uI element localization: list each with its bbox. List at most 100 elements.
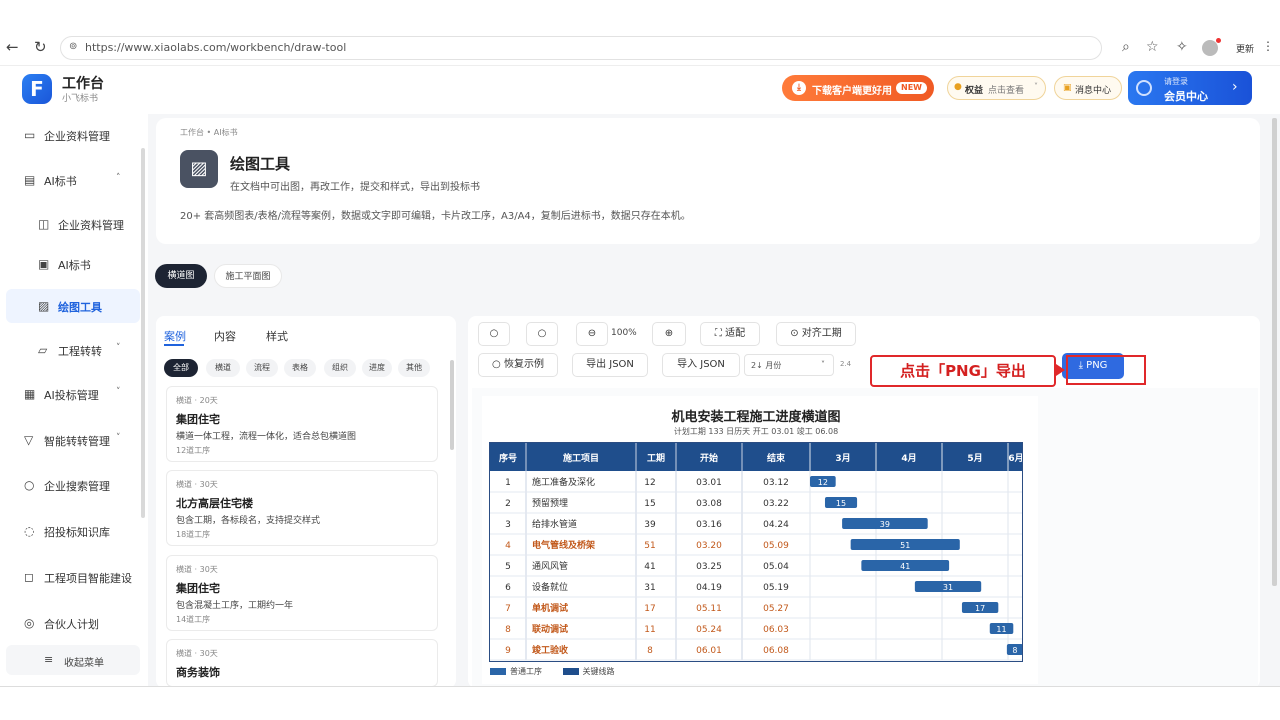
benefits-label: 权益 bbox=[965, 86, 984, 96]
gantt-cell: 电气管线及桥架 bbox=[532, 539, 595, 551]
reload-icon[interactable]: ↻ bbox=[34, 38, 47, 56]
filter-chip[interactable]: 其他 bbox=[398, 359, 430, 377]
sidebar-item-enterprise-search[interactable]: ○ 企业搜索管理 bbox=[6, 468, 140, 502]
month-select[interactable]: 2↓ 月份 ˅ bbox=[744, 354, 834, 376]
message-center-label: 消息中心 bbox=[1075, 86, 1112, 96]
star-icon[interactable]: ☆ bbox=[1146, 39, 1159, 55]
zoom-in-button[interactable]: ⊕ bbox=[652, 322, 686, 346]
sidebar-icon: ▽ bbox=[24, 433, 34, 447]
member-center-button[interactable]: 请登录 会员中心 › bbox=[1128, 71, 1252, 105]
fit-button[interactable]: ⛶ 适配 bbox=[700, 322, 760, 346]
sidebar-icon: ▦ bbox=[24, 387, 36, 401]
sidebar-item-draw-tool[interactable]: ▨ 绘图工具 bbox=[6, 289, 140, 323]
page-scrollbar[interactable] bbox=[1272, 118, 1277, 586]
redo-button[interactable]: ○ bbox=[526, 322, 558, 346]
tab-cases[interactable]: 案例 bbox=[164, 328, 186, 344]
chevron-up-icon: ˄ bbox=[116, 173, 121, 183]
sidebar-icon: ▭ bbox=[24, 128, 36, 142]
gantt-cell: 06.01 bbox=[696, 646, 722, 656]
gantt-cell: 39 bbox=[644, 520, 656, 530]
gantt-subtitle: 计划工期 133 日历天 开工 03.01 竣工 06.08 bbox=[673, 427, 839, 436]
gantt-cell: 05.27 bbox=[763, 604, 789, 614]
chevron-down-icon: ˅ bbox=[116, 343, 121, 353]
sidebar-scrollbar[interactable] bbox=[141, 148, 145, 518]
gantt-cell: 4 bbox=[505, 541, 511, 551]
new-badge: NEW bbox=[896, 82, 927, 94]
card-title: 集团住宅 bbox=[176, 413, 220, 426]
card-description: 横道一体工程，流程一体化，适合总包横道图 bbox=[176, 432, 357, 442]
gantt-cell: 11 bbox=[644, 625, 655, 635]
zoom-out-button[interactable]: ⊖ bbox=[576, 322, 608, 346]
sidebar-item-company-data[interactable]: ▭ 企业资料管理 bbox=[6, 118, 140, 152]
template-card[interactable]: 横道 · 30天 北方高层住宅楼 包含工期，各标段名，支持提交样式 18道工序 bbox=[166, 470, 438, 546]
sidebar-item-company-data[interactable]: ◫ 企业资料管理 bbox=[6, 207, 140, 241]
extensions-icon[interactable]: ✧ bbox=[1176, 39, 1188, 55]
menu-icon[interactable]: ⋮ bbox=[1262, 39, 1274, 53]
benefits-pill[interactable]: ● 权益 点击查看 ˅ bbox=[947, 76, 1046, 100]
sidebar-icon: ▣ bbox=[38, 257, 50, 271]
notification-dot bbox=[1216, 38, 1221, 43]
align-schedule-button[interactable]: ⊙ 对齐工期 bbox=[776, 322, 856, 346]
sidebar-item-ai-bid-manage[interactable]: ▦ AI投标管理 ˅ bbox=[6, 377, 140, 411]
sidebar-item-smart-construction[interactable]: ◻ 工程项目智能建设 bbox=[6, 560, 140, 594]
sidebar-item-ai-bid[interactable]: ▤ AI标书 ˄ bbox=[6, 163, 140, 197]
tab-gantt[interactable]: 横道图 bbox=[155, 264, 207, 288]
gantt-cell: 1 bbox=[505, 478, 511, 488]
gantt-cell: 给排水管道 bbox=[532, 518, 577, 530]
app-logo[interactable]: F bbox=[22, 74, 52, 104]
gantt-cell: 预留预埋 bbox=[532, 497, 568, 509]
template-card[interactable]: 横道 · 30天 商务装饰 bbox=[166, 639, 438, 687]
gantt-cell: 单机调试 bbox=[532, 602, 568, 614]
filter-chip[interactable]: 表格 bbox=[284, 359, 316, 377]
template-card[interactable]: 横道 · 30天 集团住宅 包含混凝土工序，工期约一年 14道工序 bbox=[166, 555, 438, 631]
sidebar-item-ai-bid-sub[interactable]: ▣ AI标书 bbox=[6, 247, 140, 281]
legend-swatch bbox=[490, 668, 506, 675]
gantt-bar-label: 12 bbox=[818, 478, 828, 487]
card-title: 集团住宅 bbox=[176, 582, 220, 595]
filter-chip[interactable]: 全部 bbox=[164, 359, 198, 377]
sidebar-item-knowledge-base[interactable]: ◌ 招投标知识库 bbox=[6, 514, 140, 548]
sidebar-item-engineering[interactable]: ▱ 工程转转 ˅ bbox=[6, 333, 140, 367]
callout-arrow bbox=[1056, 364, 1065, 376]
bell-icon: ▣ bbox=[1063, 83, 1072, 93]
filter-chip[interactable]: 流程 bbox=[246, 359, 278, 377]
message-center-button[interactable]: ▣ 消息中心 bbox=[1054, 76, 1122, 100]
sidebar-item-smart-manage[interactable]: ▽ 智能转转管理 ˅ bbox=[6, 423, 140, 457]
zoom-level: 100% bbox=[611, 328, 637, 338]
download-client-button[interactable]: ⤓ 下载客户端更好用 NEW bbox=[782, 75, 934, 101]
undo-button[interactable]: ○ bbox=[478, 322, 510, 346]
filter-chip[interactable]: 横道 bbox=[206, 359, 240, 377]
gantt-cell: 03.25 bbox=[696, 562, 722, 572]
sidebar-item-label: 企业资料管理 bbox=[44, 130, 110, 143]
browser-update-label[interactable]: 更新 bbox=[1236, 42, 1254, 55]
back-icon[interactable]: ← bbox=[6, 38, 19, 56]
filter-chip[interactable]: 进度 bbox=[362, 359, 392, 377]
gantt-chart[interactable]: 序号 施工项目 工期 开始 结束 3月 4月 5月 6月 1 施工准备及深化 12 03.01 03.12… bbox=[489, 442, 1023, 662]
sidebar-item-label: 招投标知识库 bbox=[44, 526, 110, 539]
image-icon: ▨ bbox=[180, 150, 218, 188]
tab-site-plan[interactable]: 施工平面图 bbox=[214, 264, 282, 288]
tab-content[interactable]: 内容 bbox=[214, 328, 236, 344]
sidebar-item-label: AI标书 bbox=[58, 259, 91, 272]
gantt-cell: 06.03 bbox=[763, 625, 789, 635]
template-card[interactable]: 横道 · 20天 集团住宅 横道一体工程，流程一体化，适合总包横道图 12道工序 bbox=[166, 386, 438, 462]
collapse-menu-button[interactable]: ≡ 收起菜单 bbox=[6, 645, 140, 675]
sidebar-item-label: 企业搜索管理 bbox=[44, 480, 110, 493]
chevron-right-icon: › bbox=[1232, 79, 1238, 95]
filter-chip[interactable]: 组织 bbox=[324, 359, 356, 377]
gantt-header-cell: 结束 bbox=[767, 452, 786, 464]
sidebar-item-label: 智能转转管理 bbox=[44, 435, 110, 448]
lock-icon: ⊚ bbox=[69, 41, 78, 52]
gantt-header-cell: 4月 bbox=[901, 453, 916, 464]
profile-avatar[interactable] bbox=[1202, 40, 1218, 56]
card-tag: 横道 · 30天 bbox=[176, 649, 218, 658]
tab-style[interactable]: 样式 bbox=[266, 328, 288, 344]
import-json-button[interactable]: 导入 JSON bbox=[662, 353, 740, 377]
address-bar[interactable]: ⊚ https://www.xiaolabs.com/workbench/dra… bbox=[60, 36, 1102, 60]
export-json-button[interactable]: 导出 JSON bbox=[572, 353, 648, 377]
search-icon[interactable]: ⌕ bbox=[1122, 39, 1130, 55]
template-list-scrollbar[interactable] bbox=[450, 360, 454, 450]
sidebar-item-partner-plan[interactable]: ◎ 合伙人计划 bbox=[6, 606, 140, 640]
reset-example-button[interactable]: ○ 恢复示例 bbox=[478, 353, 558, 377]
hamburger-icon: ≡ bbox=[44, 653, 54, 666]
